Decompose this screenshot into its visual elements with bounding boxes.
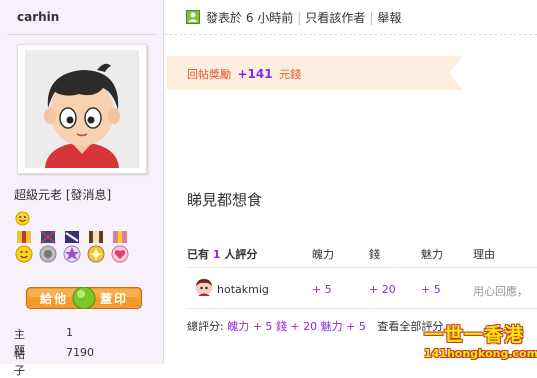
rater-name[interactable]: hotakmig [217,283,269,296]
avatar[interactable] [25,50,139,168]
watermark-title: 一世一香港 [424,324,525,346]
sidebar-divider [7,34,157,35]
total-label: 總評分: [187,320,224,333]
posted-time: 6 小時前 [245,11,294,25]
rating-divider [187,308,537,309]
online-user-icon [186,10,200,24]
rating-header: 已有 1 人評分 魄力 錢 魅力 理由 [187,242,537,268]
medal-icon[interactable] [14,231,34,265]
report-link[interactable]: 舉報 [377,11,401,25]
reward-label: 回帖獎勵 [187,68,231,81]
rating-value: + 5 [312,283,332,296]
online-smiley-icon [15,211,30,226]
username[interactable]: carhin [17,10,59,24]
column-header: 魅力 [421,248,443,261]
user-rank-line: 超級元老 [發消息] [14,186,111,203]
post-meta: 發表於 6 小時前 | 只看該作者 | 舉報 [206,11,402,25]
total-part: 魅力 + 5 [320,320,366,333]
rater-avatar[interactable] [195,278,213,296]
rating-reason: 用心回應， [473,285,528,298]
rating-value: + 20 [369,283,396,296]
give-stamp-button[interactable]: 給他 蓋印 [26,287,142,309]
only-author-link[interactable]: 只看該作者 [305,11,365,25]
reward-amount: +141 [237,67,273,81]
total-part: 魄力 + 5 [227,320,273,333]
column-header: 魄力 [312,248,334,261]
total-part: 錢 + 20 [275,320,318,333]
rating-divider [187,267,537,268]
stat-value[interactable]: 1 [66,326,73,339]
stamp-label: 蓋印 [100,292,129,306]
medal-icon[interactable] [38,231,58,265]
rating-count-label: 已有 1 人評分 [187,248,258,261]
column-header: 理由 [473,248,495,261]
rating-row: hotakmig + 5 + 20 + 5 用心回應， [187,276,537,302]
stat-label: 帖子 [14,348,25,377]
medal-icon[interactable] [62,231,82,265]
column-header: 錢 [369,248,380,261]
reward-text: 回帖獎勵 +141 元錢 [187,66,301,82]
give-label: 給他 [40,292,69,306]
rating-value: + 5 [421,283,441,296]
avatar-frame [17,44,147,174]
site-watermark-logo: 一世一香港 141hongkong.com [424,320,537,364]
posted-prefix: 發表於 [206,11,243,25]
watermark-url: 141hongkong.com [424,347,537,360]
send-message-link[interactable]: [發消息] [66,188,111,202]
post-message: 睇見都想食 [187,191,263,209]
medal-icon[interactable] [86,231,106,265]
stat-value[interactable]: 7190 [66,346,94,359]
reward-unit: 元錢 [279,68,302,81]
user-rank: 超級元老 [14,188,63,202]
medal-icon[interactable] [110,231,130,265]
